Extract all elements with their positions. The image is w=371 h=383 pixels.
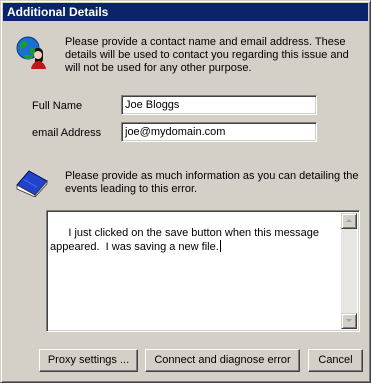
email-field[interactable]: joe@mydomain.com: [121, 122, 317, 142]
globe-person-icon: [15, 35, 47, 71]
title-bar: Additional Details: [3, 3, 368, 21]
contact-intro-text: Please provide a contact name and email …: [65, 36, 349, 74]
chevron-down-icon: [346, 319, 352, 322]
full-name-label: Full Name: [32, 100, 83, 112]
scroll-down-button[interactable]: [341, 313, 357, 329]
connect-diagnose-button[interactable]: Connect and diagnose error: [145, 349, 300, 372]
vertical-scrollbar[interactable]: [341, 213, 357, 329]
details-intro-text: Please provide as much information as yo…: [65, 170, 359, 195]
additional-details-dialog: Additional Details Please provide a cont…: [0, 0, 371, 383]
scroll-up-button[interactable]: [341, 213, 357, 229]
chevron-up-icon: [346, 219, 352, 222]
full-name-field[interactable]: Joe Bloggs: [121, 95, 317, 115]
text-caret: [219, 240, 221, 252]
book-icon: [15, 167, 49, 199]
error-details-text: I just clicked on the save button when t…: [50, 227, 323, 253]
proxy-settings-button[interactable]: Proxy settings ...: [39, 349, 138, 372]
error-details-textarea[interactable]: I just clicked on the save button when t…: [46, 210, 360, 332]
cancel-button[interactable]: Cancel: [308, 349, 363, 372]
email-label: email Address: [32, 127, 102, 139]
